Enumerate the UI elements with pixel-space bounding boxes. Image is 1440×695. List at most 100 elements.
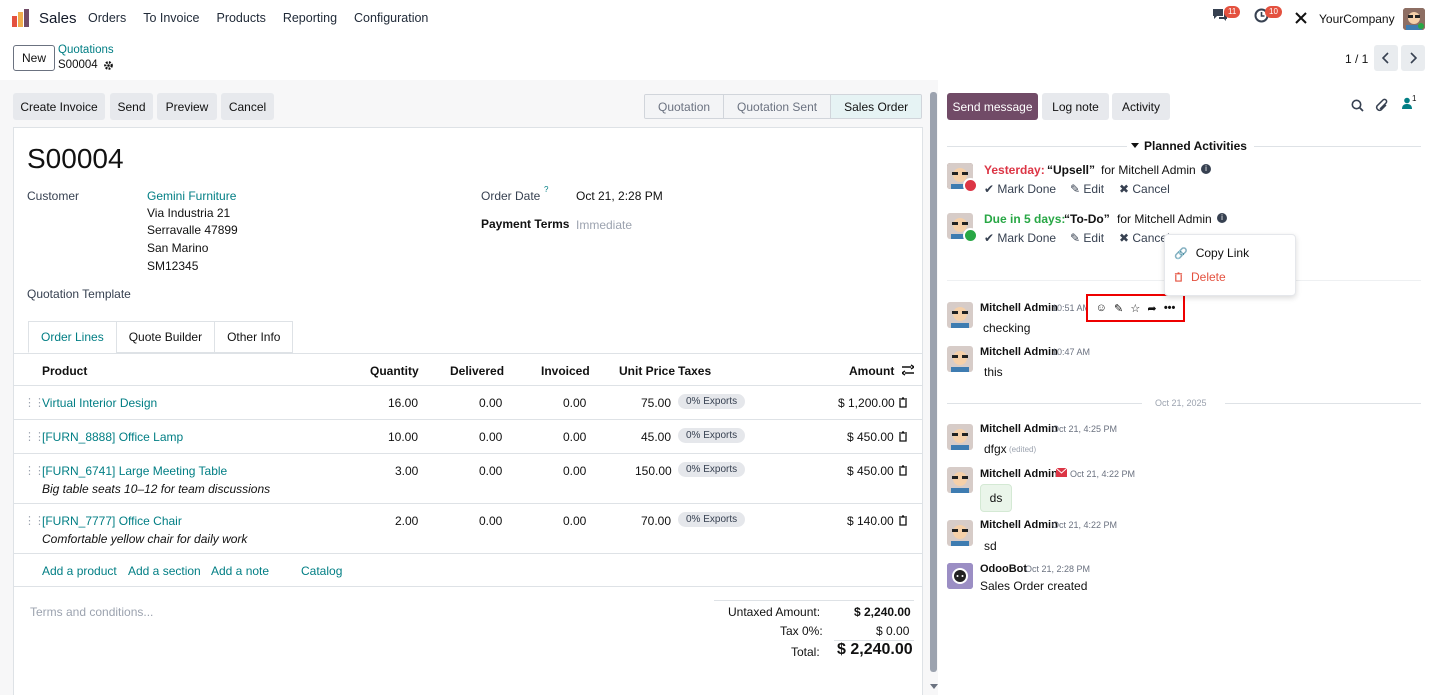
status-quotation[interactable]: Quotation: [645, 95, 725, 118]
app-name[interactable]: Sales: [39, 10, 77, 27]
table-row[interactable]: ⋮⋮ [FURN_6741] Large Meeting Table Big t…: [14, 454, 922, 504]
tab-quote-builder[interactable]: Quote Builder: [115, 321, 216, 353]
info-icon[interactable]: i: [1201, 164, 1211, 174]
table-row[interactable]: ⋮⋮ [FURN_8888] Office Lamp 10.00 0.00 0.…: [14, 420, 922, 454]
new-button[interactable]: New: [13, 45, 55, 71]
drag-handle-icon[interactable]: ⋮⋮: [24, 396, 45, 409]
gear-icon[interactable]: [103, 60, 114, 71]
col-product[interactable]: Product: [42, 364, 87, 378]
col-invoiced[interactable]: Invoiced: [541, 364, 590, 378]
edit-activity-button[interactable]: ✎ Edit: [1070, 182, 1104, 196]
customer-link[interactable]: Gemini Furniture: [147, 189, 236, 203]
cell-unit-price[interactable]: 150.00: [635, 464, 672, 478]
product-name[interactable]: [FURN_7777] Office Chair: [42, 514, 182, 528]
cell-quantity[interactable]: 2.00: [395, 514, 418, 528]
drag-handle-icon[interactable]: ⋮⋮: [24, 430, 45, 443]
table-row[interactable]: ⋮⋮ Virtual Interior Design 16.00 0.00 0.…: [14, 386, 922, 420]
add-product-link[interactable]: Add a product: [42, 564, 117, 578]
send-message-button[interactable]: Send message: [947, 93, 1038, 120]
menu-reporting[interactable]: Reporting: [283, 11, 337, 25]
message-author[interactable]: Mitchell Admin: [980, 468, 1058, 480]
cell-delivered[interactable]: 0.00: [479, 430, 502, 444]
drag-handle-icon[interactable]: ⋮⋮: [24, 514, 45, 527]
message-author[interactable]: Mitchell Admin: [980, 519, 1058, 531]
tax-badge[interactable]: 0% Exports: [678, 512, 746, 527]
cancel-button[interactable]: Cancel: [221, 93, 274, 120]
preview-button[interactable]: Preview: [157, 93, 217, 120]
trash-icon[interactable]: [898, 397, 908, 408]
avatar[interactable]: [947, 346, 973, 372]
product-name[interactable]: [FURN_6741] Large Meeting Table: [42, 464, 227, 478]
star-icon[interactable]: ☆: [1130, 302, 1140, 315]
tab-other-info[interactable]: Other Info: [214, 321, 294, 353]
pager-next-button[interactable]: [1401, 45, 1425, 71]
column-settings-icon[interactable]: [902, 364, 914, 376]
odoobot-avatar[interactable]: [947, 563, 973, 589]
order-date-help-icon[interactable]: ?: [544, 185, 548, 194]
mark-done-button[interactable]: ✔ Mark Done: [984, 182, 1056, 196]
breadcrumb-quotations[interactable]: Quotations: [58, 44, 114, 56]
edit-message-icon[interactable]: ✎: [1114, 302, 1123, 315]
menu-orders[interactable]: Orders: [88, 11, 126, 25]
add-note-link[interactable]: Add a note: [211, 564, 269, 578]
activities-button[interactable]: 10: [1254, 6, 1282, 23]
activity-button[interactable]: Activity: [1112, 93, 1170, 120]
copy-link-item[interactable]: 🔗 Copy Link: [1174, 246, 1249, 260]
product-name[interactable]: [FURN_8888] Office Lamp: [42, 430, 183, 444]
status-quotation-sent[interactable]: Quotation Sent: [724, 95, 832, 118]
edit-activity-button[interactable]: ✎ Edit: [1070, 231, 1104, 245]
reply-arrow-icon[interactable]: ➦: [1147, 302, 1156, 315]
create-invoice-button[interactable]: Create Invoice: [13, 93, 105, 120]
table-row[interactable]: ⋮⋮ [FURN_7777] Office Chair Comfortable …: [14, 504, 922, 554]
scroll-down-arrow-icon[interactable]: [930, 684, 938, 690]
cell-quantity[interactable]: 10.00: [388, 430, 418, 444]
cell-delivered[interactable]: 0.00: [479, 464, 502, 478]
messages-button[interactable]: 11: [1212, 6, 1241, 22]
product-description[interactable]: Comfortable yellow chair for daily work: [42, 532, 247, 546]
avatar[interactable]: [947, 302, 973, 328]
payment-terms-field[interactable]: Immediate: [576, 218, 632, 232]
mark-done-button[interactable]: ✔ Mark Done: [984, 231, 1056, 245]
col-delivered[interactable]: Delivered: [450, 364, 504, 378]
followers-button[interactable]: 1: [1402, 94, 1416, 109]
cell-unit-price[interactable]: 45.00: [641, 430, 671, 444]
sales-app-icon[interactable]: [12, 9, 30, 27]
avatar[interactable]: [947, 520, 973, 546]
product-name[interactable]: Virtual Interior Design: [42, 396, 157, 410]
send-button[interactable]: Send: [110, 93, 153, 120]
user-avatar[interactable]: [1403, 8, 1425, 30]
delete-item[interactable]: Delete: [1174, 270, 1226, 284]
trash-icon[interactable]: [898, 515, 908, 526]
message-author[interactable]: OdooBot: [980, 563, 1027, 575]
add-section-link[interactable]: Add a section: [128, 564, 201, 578]
cancel-activity-button[interactable]: ✖ Cancel: [1119, 231, 1170, 245]
col-amount[interactable]: Amount: [849, 364, 894, 378]
avatar[interactable]: [947, 467, 973, 493]
search-icon[interactable]: [1351, 99, 1364, 112]
cell-quantity[interactable]: 16.00: [388, 396, 418, 410]
col-unit-price[interactable]: Unit Price: [619, 364, 675, 378]
col-taxes[interactable]: Taxes: [678, 364, 711, 378]
cell-unit-price[interactable]: 70.00: [641, 514, 671, 528]
planned-activities-toggle[interactable]: Planned Activities: [1131, 139, 1247, 153]
order-date-field[interactable]: Oct 21, 2:28 PM: [576, 189, 663, 203]
cell-quantity[interactable]: 3.00: [395, 464, 418, 478]
tax-badge[interactable]: 0% Exports: [678, 394, 746, 409]
debug-tools-button[interactable]: [1294, 11, 1308, 25]
cell-delivered[interactable]: 0.00: [479, 396, 502, 410]
paperclip-icon[interactable]: [1375, 98, 1389, 113]
message-author[interactable]: Mitchell Admin: [980, 423, 1058, 435]
message-author[interactable]: Mitchell Admin: [980, 346, 1058, 358]
status-sales-order[interactable]: Sales Order: [831, 95, 922, 118]
cell-unit-price[interactable]: 75.00: [641, 396, 671, 410]
menu-products[interactable]: Products: [216, 11, 265, 25]
cancel-activity-button[interactable]: ✖ Cancel: [1119, 182, 1170, 196]
more-options-icon[interactable]: •••: [1164, 302, 1176, 314]
avatar[interactable]: [947, 424, 973, 450]
pager-value[interactable]: 1 / 1: [1345, 52, 1368, 66]
form-scrollbar[interactable]: [930, 92, 937, 672]
log-note-button[interactable]: Log note: [1042, 93, 1109, 120]
message-author[interactable]: Mitchell Admin: [980, 302, 1058, 314]
company-switcher[interactable]: YourCompany: [1319, 12, 1395, 26]
tax-badge[interactable]: 0% Exports: [678, 428, 746, 443]
